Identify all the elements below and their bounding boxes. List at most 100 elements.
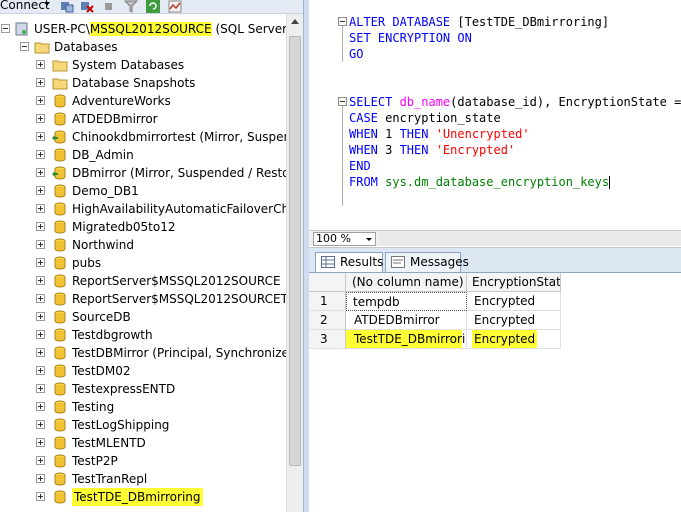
tree-item-label: TestMLENTD [72,436,146,450]
tree-item-label: HighAvailabilityAutomaticFailoverCheck [72,202,303,216]
tree-item[interactable]: TestTDE_DBmirroring [0,488,286,506]
tree-item[interactable]: Chinookdbmirrortest (Mirror, Suspendec [0,128,303,146]
zoom-bar: 100 % [309,230,681,246]
tab-messages[interactable]: Messages [385,252,469,272]
results-grid[interactable]: (No column name) EncryptionState 1 tempd… [309,272,681,512]
tree-item[interactable]: Northwind [0,236,286,254]
table-cell[interactable]: Encrypted [467,330,561,349]
table-cell[interactable]: Encrypted [467,311,561,330]
disconnect-icon[interactable] [80,0,94,13]
collapse-databases-icon[interactable] [20,42,29,51]
databases-folder-node[interactable]: Databases [0,38,286,56]
refresh-icon[interactable] [146,0,160,13]
tree-item[interactable]: AdventureWorks [0,92,286,110]
expand-icon[interactable] [36,438,45,447]
expand-icon[interactable] [36,258,45,267]
row-number[interactable]: 1 [309,292,346,311]
tree-item[interactable]: Database Snapshots [0,74,286,92]
scrollbar-thumb[interactable] [289,36,301,466]
expand-icon[interactable] [36,276,45,285]
scroll-up-icon[interactable] [291,19,299,24]
row-number[interactable]: 3 [309,330,346,349]
tree-item[interactable]: TestP2P [0,452,286,470]
tree-item[interactable]: Demo_DB1 [0,182,286,200]
code-line-3: GO [349,46,363,62]
expand-icon[interactable] [36,384,45,393]
tree-item[interactable]: Migratedb05to12 [0,218,286,236]
expand-icon[interactable] [36,222,45,231]
code-line-10: FROM sys.dm_database_encryption_keys [349,174,611,190]
zoom-select[interactable]: 100 % [313,232,376,246]
expand-icon[interactable] [36,474,45,483]
activity-monitor-icon[interactable] [168,0,182,13]
expand-icon[interactable] [36,240,45,249]
stop-icon[interactable] [102,0,116,13]
tab-results[interactable]: Results [315,252,383,273]
tree-item[interactable]: DBmirror (Mirror, Suspended / Restoring [0,164,303,182]
connect-object-explorer-icon[interactable] [60,0,74,13]
collapse-block-icon[interactable] [338,17,347,26]
collapse-block-icon[interactable] [338,97,347,106]
object-explorer-scrollbar[interactable] [286,14,303,512]
tree-item[interactable]: System Databases [0,56,286,74]
expand-icon[interactable] [36,348,45,357]
tree-item[interactable]: ReportServer$MSSQL2012SOURCE [0,272,286,290]
expand-icon[interactable] [36,60,45,69]
grid-corner[interactable] [309,273,346,292]
tree-item[interactable]: TestexpressENTD [0,380,286,398]
table-cell[interactable]: ATDEDBmirror [346,311,467,330]
folder-icon [34,42,50,54]
expand-icon[interactable] [36,402,45,411]
database-icon [54,436,66,450]
server-node[interactable]: USER-PC\MSSQL2012SOURCE (SQL Server 11.0… [0,20,303,38]
expand-icon[interactable] [36,78,45,87]
tree-item[interactable]: SourceDB [0,308,286,326]
code-line-1: ALTER DATABASE [TestTDE_DBmirroring] [349,14,609,30]
tree-item[interactable]: ATDEDBmirror [0,110,286,128]
filter-icon[interactable] [124,0,138,13]
expand-icon[interactable] [36,312,45,321]
collapse-server-icon[interactable] [1,24,10,33]
expand-icon[interactable] [36,294,45,303]
tree-item[interactable]: TestTranRepl [0,470,286,488]
column-header[interactable]: (No column name) [346,273,467,292]
tree-item[interactable]: TestLogShipping [0,416,286,434]
expand-icon[interactable] [36,420,45,429]
column-header[interactable]: EncryptionState [467,273,561,292]
tree-item[interactable]: HighAvailabilityAutomaticFailoverCheck [0,200,303,218]
keyword: SELECT [349,95,400,109]
table-cell[interactable]: TestTDE_DBmirroring [346,330,467,349]
editor-horizontal-scrollbar[interactable] [379,232,681,246]
row-number[interactable]: 2 [309,311,346,330]
expand-icon[interactable] [36,168,45,177]
expand-icon[interactable] [36,456,45,465]
chevron-down-icon[interactable] [364,234,374,244]
expand-icon[interactable] [36,366,45,375]
folder-icon [52,60,68,72]
expand-icon[interactable] [36,186,45,195]
keyword: END [349,159,371,173]
expand-icon[interactable] [36,330,45,339]
expand-icon[interactable] [36,204,45,213]
tree-item[interactable]: DB_Admin [0,146,286,164]
tree-item[interactable]: Testdbgrowth [0,326,286,344]
expand-icon[interactable] [36,492,45,501]
tree-item[interactable]: TestDBMirror (Principal, Synchronized) [0,344,301,362]
table-cell[interactable]: tempdb [346,292,467,311]
tree-item[interactable]: TestMLENTD [0,434,286,452]
code-line-6: CASE encryption_state [349,110,501,126]
connect-button[interactable]: Connect [0,0,50,12]
tree-item[interactable]: pubs [0,254,286,272]
query-editor[interactable]: ALTER DATABASE [TestTDE_DBmirroring] SET… [309,0,681,230]
connect-dropdown-icon[interactable] [44,2,50,6]
expand-icon[interactable] [36,150,45,159]
expand-icon[interactable] [36,132,45,141]
tab-label: Results [340,255,384,269]
tree-item[interactable]: ReportServer$MSSQL2012SOURCETempI [0,290,303,308]
tree-item-label: ReportServer$MSSQL2012SOURCE [72,274,281,288]
expand-icon[interactable] [36,96,45,105]
table-cell[interactable]: Encrypted [467,292,561,311]
expand-icon[interactable] [36,114,45,123]
tree-item[interactable]: TestDM02 [0,362,286,380]
tree-item[interactable]: Testing [0,398,286,416]
